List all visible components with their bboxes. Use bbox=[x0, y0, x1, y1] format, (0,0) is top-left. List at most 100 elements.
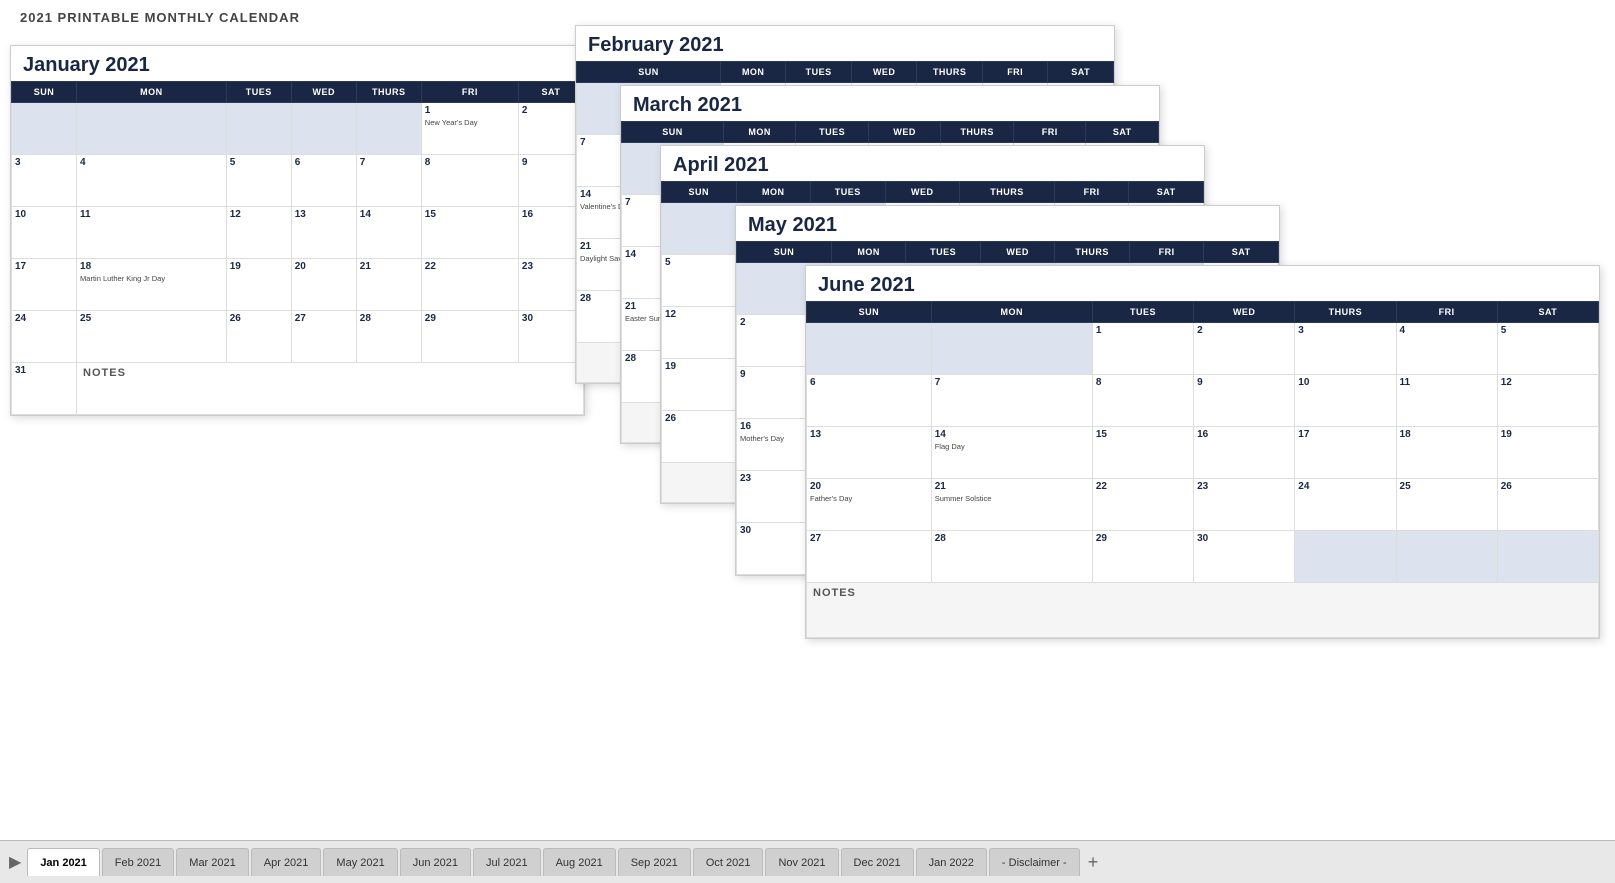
tab-jun-2021[interactable]: Jun 2021 bbox=[400, 848, 471, 876]
feb-header-tues: TUES bbox=[786, 62, 852, 83]
table-row: 7 bbox=[356, 155, 421, 207]
table-row: 27 bbox=[807, 531, 932, 583]
table-row bbox=[356, 103, 421, 155]
table-row: 18Martin Luther King Jr Day bbox=[77, 259, 227, 311]
table-row: 9 bbox=[518, 155, 583, 207]
table-row: 12 bbox=[1497, 375, 1598, 427]
table-row: 31 bbox=[12, 363, 77, 415]
table-row: 8 bbox=[1092, 375, 1193, 427]
tab-oct-2021[interactable]: Oct 2021 bbox=[693, 848, 764, 876]
table-row bbox=[1396, 531, 1497, 583]
tab-prev-arrow[interactable]: ▶ bbox=[5, 852, 25, 872]
tab-jul-2021[interactable]: Jul 2021 bbox=[473, 848, 541, 876]
table-row: 17 bbox=[12, 259, 77, 311]
may-title: May 2021 bbox=[736, 206, 1279, 241]
table-row: 12 bbox=[662, 307, 737, 359]
tab-may-2021[interactable]: May 2021 bbox=[323, 848, 397, 876]
feb-header-mon: MON bbox=[720, 62, 786, 83]
june-notes: NOTES bbox=[807, 583, 1599, 638]
tab-jan-2021[interactable]: Jan 2021 bbox=[27, 848, 99, 876]
table-row: 4 bbox=[77, 155, 227, 207]
table-row bbox=[12, 103, 77, 155]
tab-jan-2022[interactable]: Jan 2022 bbox=[916, 848, 987, 876]
march-title: March 2021 bbox=[621, 86, 1159, 121]
table-row: 1New Year's Day bbox=[421, 103, 518, 155]
page-title: 2021 PRINTABLE MONTHLY CALENDAR bbox=[0, 0, 1615, 27]
table-row bbox=[931, 323, 1092, 375]
add-tab-button[interactable]: + bbox=[1082, 852, 1105, 873]
main-area: 2021 PRINTABLE MONTHLY CALENDAR January … bbox=[0, 0, 1615, 840]
table-row: 1 bbox=[1092, 323, 1193, 375]
feb-header-wed: WED bbox=[851, 62, 917, 83]
table-row: 14Flag Day bbox=[931, 427, 1092, 479]
table-row: 3 bbox=[1295, 323, 1396, 375]
tab-nov-2021[interactable]: Nov 2021 bbox=[765, 848, 838, 876]
table-row: 21Summer Solstice bbox=[931, 479, 1092, 531]
table-row: 5 bbox=[1497, 323, 1598, 375]
table-row: 19 bbox=[662, 359, 737, 411]
table-row: 14 bbox=[356, 207, 421, 259]
jan-header-fri: FRI bbox=[421, 82, 518, 103]
table-row: 26 bbox=[1497, 479, 1598, 531]
table-row: 23 bbox=[518, 259, 583, 311]
table-row: 5 bbox=[226, 155, 291, 207]
table-row bbox=[1295, 531, 1396, 583]
table-row: 24 bbox=[12, 311, 77, 363]
table-row: 25 bbox=[1396, 479, 1497, 531]
tab-aug-2021[interactable]: Aug 2021 bbox=[543, 848, 616, 876]
table-row: 27 bbox=[291, 311, 356, 363]
jan-header-thurs: THURS bbox=[356, 82, 421, 103]
tab-dec-2021[interactable]: Dec 2021 bbox=[841, 848, 914, 876]
table-row: 18 bbox=[1396, 427, 1497, 479]
table-row: 22 bbox=[1092, 479, 1193, 531]
table-row: 16 bbox=[1194, 427, 1295, 479]
table-row: 11 bbox=[1396, 375, 1497, 427]
table-row bbox=[807, 323, 932, 375]
table-row: 16 bbox=[518, 207, 583, 259]
table-row: 26 bbox=[226, 311, 291, 363]
table-row: 17 bbox=[1295, 427, 1396, 479]
june-grid: SUN MON TUES WED THURS FRI SAT 1 2 3 4 bbox=[806, 301, 1599, 638]
table-row: 2 bbox=[518, 103, 583, 155]
table-row: 10 bbox=[1295, 375, 1396, 427]
jan-header-wed: WED bbox=[291, 82, 356, 103]
table-row: 10 bbox=[12, 207, 77, 259]
table-row: 28 bbox=[931, 531, 1092, 583]
june-calendar: June 2021 SUN MON TUES WED THURS FRI SAT… bbox=[805, 265, 1600, 639]
table-row bbox=[77, 103, 227, 155]
tab-disclaimer[interactable]: - Disclaimer - bbox=[989, 848, 1080, 876]
table-row: 12 bbox=[226, 207, 291, 259]
table-row: 15 bbox=[421, 207, 518, 259]
table-row: 15 bbox=[1092, 427, 1193, 479]
table-row: 11 bbox=[77, 207, 227, 259]
table-row: 7 bbox=[931, 375, 1092, 427]
table-row: 22 bbox=[421, 259, 518, 311]
table-row: 24 bbox=[1295, 479, 1396, 531]
january-calendar: January 2021 SUN MON TUES WED THURS FRI … bbox=[10, 45, 585, 416]
jan-header-mon: MON bbox=[77, 82, 227, 103]
tab-apr-2021[interactable]: Apr 2021 bbox=[251, 848, 322, 876]
table-row bbox=[291, 103, 356, 155]
tab-feb-2021[interactable]: Feb 2021 bbox=[102, 848, 174, 876]
table-row: 29 bbox=[1092, 531, 1193, 583]
table-row: 4 bbox=[1396, 323, 1497, 375]
table-row: 30 bbox=[518, 311, 583, 363]
april-title: April 2021 bbox=[661, 146, 1204, 181]
table-row: 5 bbox=[662, 255, 737, 307]
table-row: 2 bbox=[1194, 323, 1295, 375]
table-row: 23 bbox=[1194, 479, 1295, 531]
table-row: 13 bbox=[291, 207, 356, 259]
table-row: 8 bbox=[421, 155, 518, 207]
table-row: 29 bbox=[421, 311, 518, 363]
table-row: 9 bbox=[1194, 375, 1295, 427]
table-row: 21 bbox=[356, 259, 421, 311]
feb-header-thurs: THURS bbox=[917, 62, 983, 83]
jan-header-sun: SUN bbox=[12, 82, 77, 103]
table-row: 3 bbox=[12, 155, 77, 207]
tab-sep-2021[interactable]: Sep 2021 bbox=[618, 848, 691, 876]
table-row bbox=[662, 203, 737, 255]
table-row: 28 bbox=[356, 311, 421, 363]
feb-header-fri: FRI bbox=[982, 62, 1048, 83]
table-row bbox=[226, 103, 291, 155]
tab-mar-2021[interactable]: Mar 2021 bbox=[176, 848, 248, 876]
